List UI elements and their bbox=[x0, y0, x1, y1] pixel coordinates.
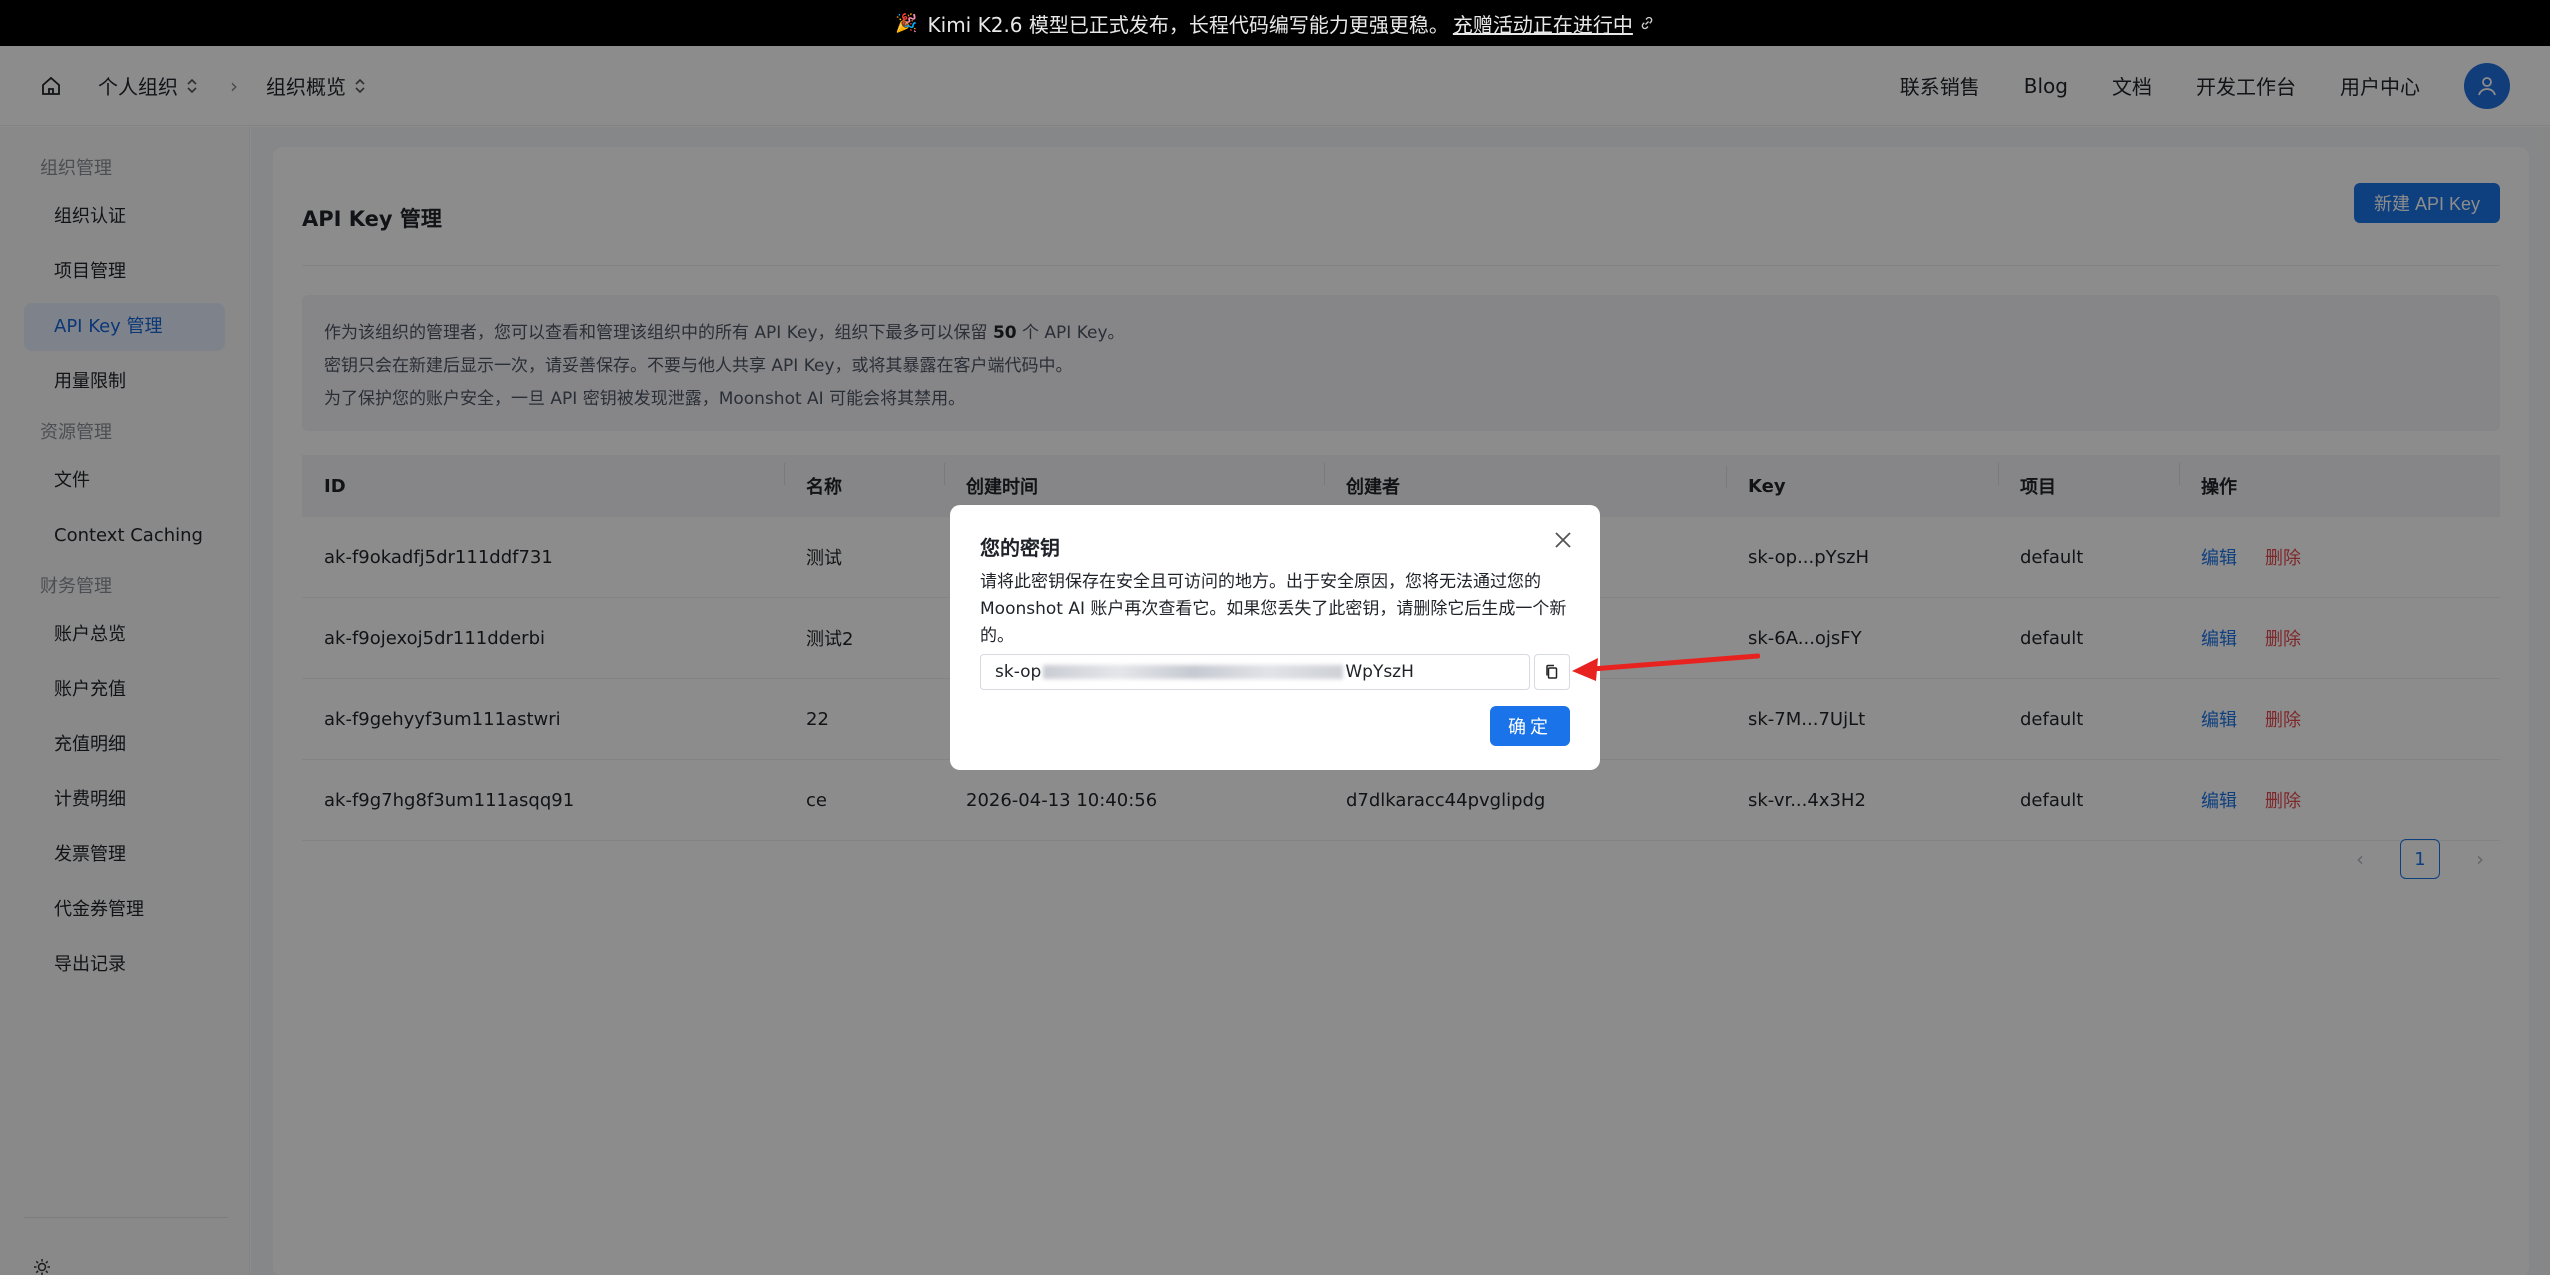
announcement-link[interactable]: 充赠活动正在进行中 bbox=[1453, 9, 1633, 38]
announcement-text: Kimi K2.6 模型已正式发布，长程代码编写能力更强更稳。 bbox=[927, 12, 1449, 37]
confirm-button[interactable]: 确定 bbox=[1490, 706, 1570, 746]
close-icon[interactable] bbox=[1552, 529, 1574, 551]
modal-title: 您的密钥 bbox=[980, 536, 1060, 560]
key-prefix: sk-op bbox=[995, 662, 1042, 682]
copy-icon bbox=[1546, 664, 1558, 679]
annotation-arrow-icon bbox=[1572, 653, 1760, 681]
link-icon[interactable] bbox=[1639, 15, 1655, 31]
key-row: sk-op WpYszH bbox=[980, 654, 1570, 690]
key-blurred-middle bbox=[1043, 665, 1344, 679]
key-suffix: WpYszH bbox=[1345, 662, 1414, 682]
copy-button[interactable] bbox=[1534, 654, 1570, 690]
secret-key-modal: 您的密钥 请将此密钥保存在安全且可访问的地方。出于安全原因，您将无法通过您的 M… bbox=[950, 505, 1600, 770]
secret-key-field[interactable]: sk-op WpYszH bbox=[980, 654, 1530, 690]
announcement-bar: 🎉 Kimi K2.6 模型已正式发布，长程代码编写能力更强更稳。 充赠活动正在… bbox=[0, 0, 2550, 46]
party-popper-icon: 🎉 bbox=[895, 12, 918, 34]
modal-description: 请将此密钥保存在安全且可访问的地方。出于安全原因，您将无法通过您的 Moonsh… bbox=[980, 572, 1567, 646]
